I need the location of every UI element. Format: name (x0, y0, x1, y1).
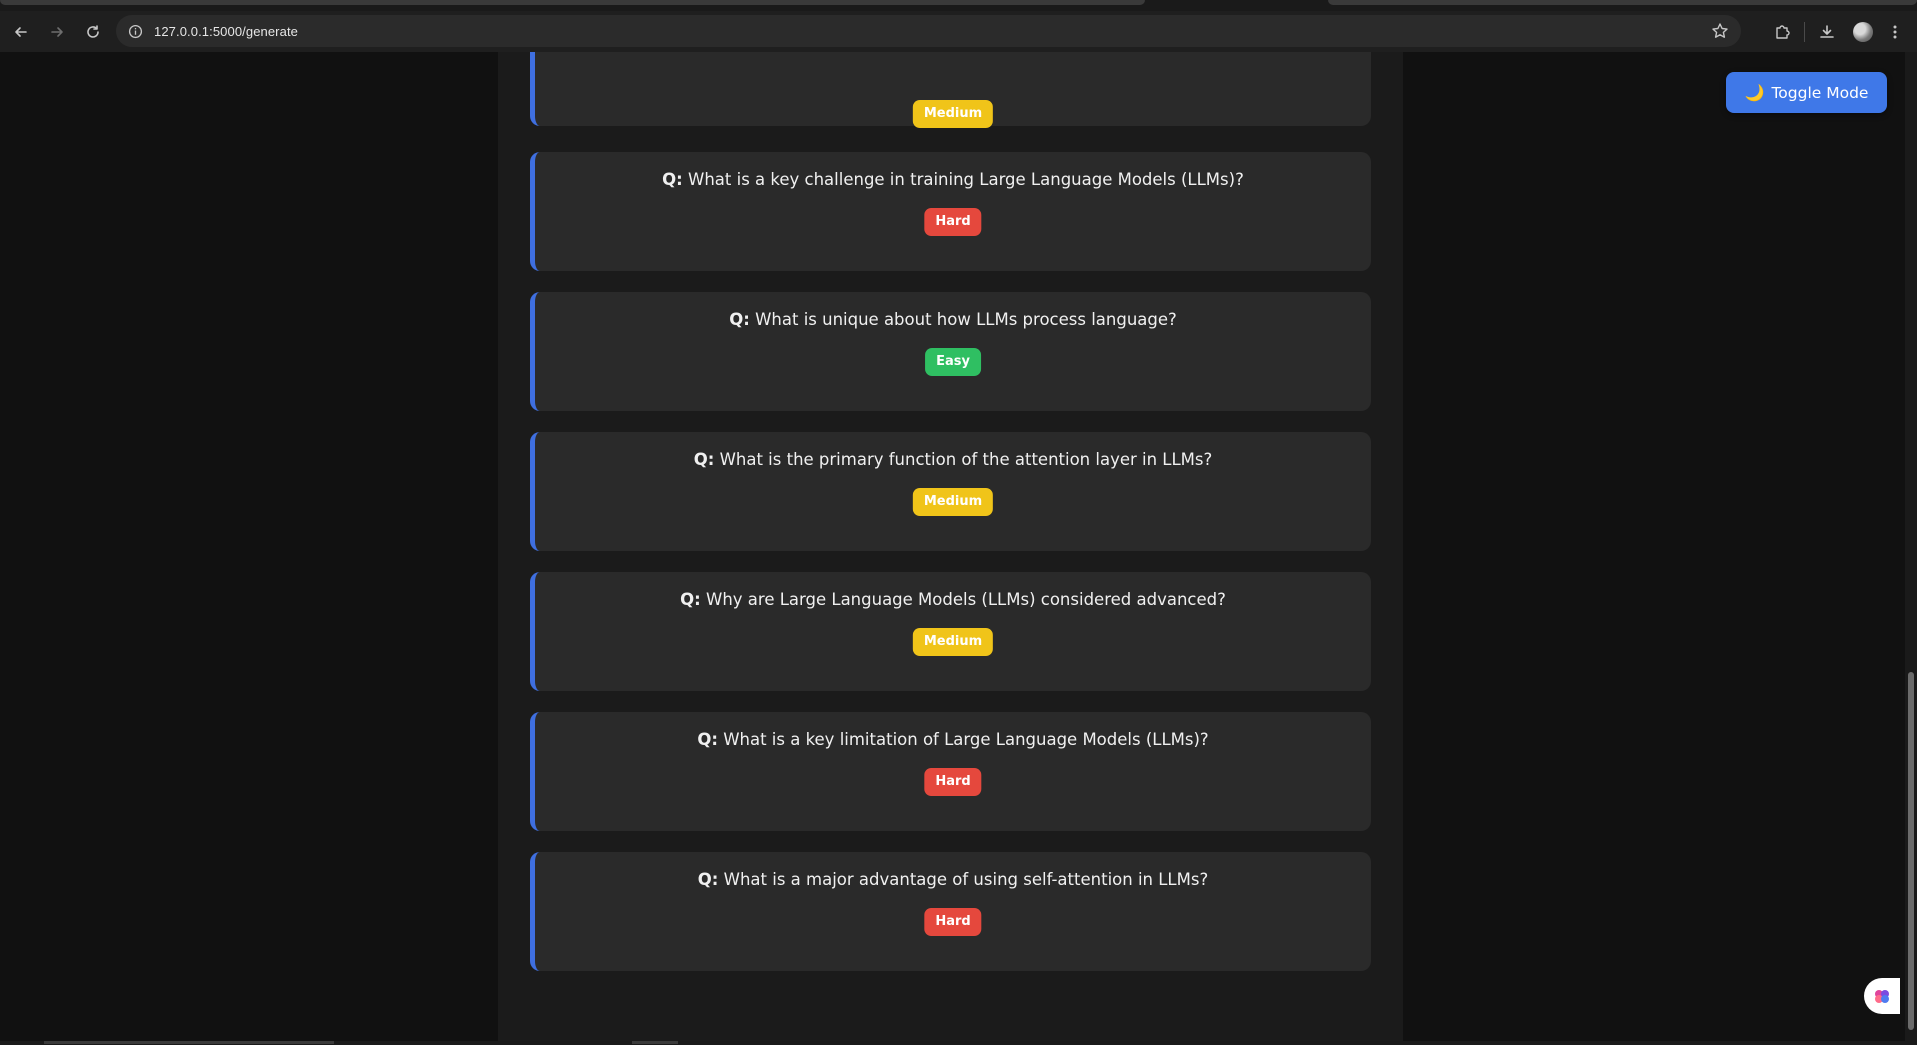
question-text: Q: What is the primary function of the a… (535, 450, 1371, 469)
vertical-scrollbar[interactable] (1905, 52, 1917, 1045)
question-text: Q: What is a key challenge in training L… (535, 170, 1371, 189)
question-card: Q: What is a key challenge in training L… (530, 152, 1371, 271)
tab[interactable] (1328, 0, 1917, 5)
reload-button[interactable] (80, 19, 106, 45)
browser-chrome: 127.0.0.1:5000/generate (0, 0, 1917, 52)
question-card: Q: What is unique about how LLMs process… (530, 292, 1371, 411)
question-body: What is the primary function of the atte… (719, 450, 1213, 469)
extensions-button[interactable] (1764, 14, 1800, 50)
profile-button[interactable] (1845, 14, 1881, 50)
toolbar-divider (1804, 21, 1805, 42)
info-icon[interactable] (126, 22, 144, 40)
difficulty-badge: Easy (925, 348, 981, 376)
arrow-left-icon (15, 26, 27, 37)
tab[interactable] (0, 0, 1145, 5)
star-icon[interactable] (1711, 22, 1729, 40)
toolbar-actions (1764, 11, 1917, 52)
question-card: Q: What is a key limitation of Large Lan… (530, 712, 1371, 831)
difficulty-badge: Hard (924, 768, 982, 796)
address-bar[interactable]: 127.0.0.1:5000/generate (116, 15, 1741, 47)
avatar (1853, 21, 1873, 42)
back-button[interactable] (8, 19, 34, 45)
difficulty-badge: Hard (924, 908, 982, 936)
question-prefix: Q: (680, 590, 701, 609)
question-body: What is a key challenge in training Larg… (688, 170, 1244, 189)
question-text: Q: What is a key limitation of Large Lan… (535, 730, 1371, 749)
question-body: What is a key limitation of Large Langua… (723, 730, 1209, 749)
question-text: Q: Why are Large Language Models (LLMs) … (535, 590, 1371, 609)
puzzle-icon (1776, 24, 1790, 39)
question-text: Q: What is unique about how LLMs process… (535, 310, 1371, 329)
difficulty-badge: Medium (912, 488, 994, 516)
moon-icon: 🌙 (1744, 83, 1765, 102)
menu-button[interactable] (1881, 14, 1909, 50)
question-body: What is unique about how LLMs process la… (755, 310, 1177, 329)
scrollbar-thumb[interactable] (1908, 672, 1914, 1030)
url-text[interactable]: 127.0.0.1:5000/generate (154, 24, 298, 39)
navigation-bar: 127.0.0.1:5000/generate (0, 11, 1917, 52)
difficulty-badge: Hard (924, 208, 982, 236)
question-prefix: Q: (697, 870, 719, 889)
difficulty-badge: Medium (912, 628, 994, 656)
question-card: Q: What is a major advantage of using se… (530, 852, 1371, 971)
questions-container: Medium Q: What is a key challenge in tra… (498, 52, 1403, 1045)
question-prefix: Q: (693, 450, 715, 469)
question-body: Why are Large Language Models (LLMs) con… (706, 590, 1226, 609)
arrow-right-icon (51, 26, 63, 37)
bottom-segment (632, 1041, 678, 1044)
difficulty-badge: Medium (912, 100, 994, 128)
toggle-mode-button[interactable]: 🌙 Toggle Mode (1726, 72, 1887, 113)
bottom-edge (0, 1041, 1905, 1045)
toggle-mode-label: Toggle Mode (1771, 83, 1869, 102)
question-prefix: Q: (697, 730, 718, 749)
assistant-widget[interactable] (1864, 978, 1900, 1014)
question-card: Medium (530, 52, 1371, 128)
question-text: Q: What is a major advantage of using se… (535, 870, 1371, 889)
brain-icon (1875, 990, 1889, 1003)
page-viewport: Medium Q: What is a key challenge in tra… (0, 52, 1905, 1045)
kebab-menu-icon (1893, 25, 1897, 38)
question-prefix: Q: (662, 170, 683, 189)
question-prefix: Q: (729, 310, 750, 329)
download-icon (1820, 24, 1834, 38)
forward-button[interactable] (44, 19, 70, 45)
tab-strip (0, 0, 1917, 11)
reload-icon (87, 24, 99, 38)
question-card: Q: What is the primary function of the a… (530, 432, 1371, 551)
question-card: Q: Why are Large Language Models (LLMs) … (530, 572, 1371, 691)
question-body: What is a major advantage of using self-… (723, 870, 1209, 889)
downloads-button[interactable] (1809, 14, 1845, 50)
bottom-segment (44, 1041, 334, 1044)
